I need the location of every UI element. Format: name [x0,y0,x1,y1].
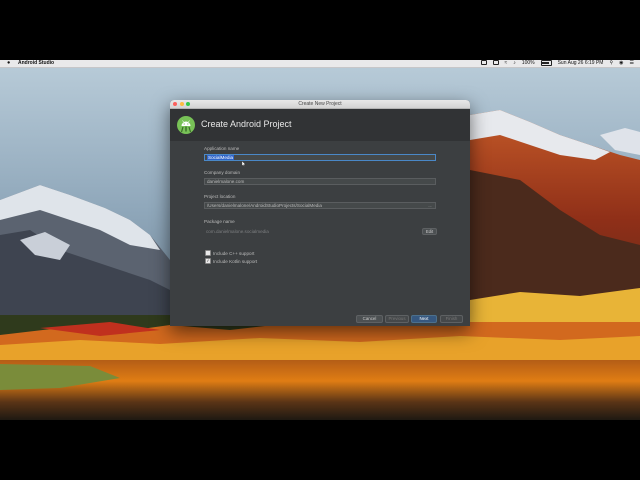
spotlight-icon[interactable]: ⚲ [609,60,613,67]
previous-button[interactable]: Previous [385,315,409,323]
menu-status-area: ≈ ♪ 100% Sun Aug 26 6:19 PM ⚲ ◉ ☰ [480,60,634,67]
project-location-label: Project location [204,194,236,199]
battery-icon[interactable] [540,60,552,67]
window-title: Create New Project [298,101,342,107]
package-name-value: com.danielmalone.socialmedia [206,229,269,234]
application-name-value: SocialMedia [207,155,235,160]
cpp-support-checkbox[interactable] [205,250,211,256]
company-domain-value: danielmalone.com [207,179,245,184]
kotlin-support-checkbox-row[interactable]: ✓ Include Kotlin support [205,258,257,264]
dialog-header-title: Create Android Project [201,119,292,129]
battery-percent[interactable]: 100% [522,60,535,67]
project-location-input[interactable]: /Users/danielmalone/AndroidStudioProject… [204,202,436,209]
screen-record-icon[interactable] [480,60,487,67]
project-location-value: /Users/danielmalone/AndroidStudioProject… [207,203,322,208]
android-studio-logo-icon [177,116,195,134]
menu-app-name[interactable]: Android Studio [18,60,54,67]
menu-bar: ● Android Studio ≈ ♪ 100% Sun Aug 26 6:1… [0,60,640,68]
company-domain-label: Company domain [204,170,241,175]
next-button[interactable]: Next [411,315,437,323]
window-controls [173,102,190,106]
display-icon[interactable] [492,60,499,67]
package-name-label: Package name [204,219,235,224]
apple-menu-icon[interactable]: ● [7,60,10,67]
notification-center-icon[interactable]: ☰ [630,60,634,67]
company-domain-input[interactable]: danielmalone.com [204,178,436,185]
dialog-body: Application name SocialMedia Company dom… [170,141,470,319]
close-window-icon[interactable] [173,102,177,106]
dialog-titlebar[interactable]: Create New Project [170,100,470,109]
browse-button[interactable]: ... [426,203,434,208]
dialog-header: Create Android Project [170,109,470,141]
finish-button[interactable]: Finish [440,315,463,323]
kotlin-support-checkbox[interactable]: ✓ [205,258,211,264]
wifi-icon[interactable]: ≈ [505,60,508,67]
mouse-cursor-icon [242,161,246,167]
cancel-button[interactable]: Cancel [356,315,383,323]
application-name-label: Application name [204,146,240,151]
cpp-support-checkbox-row[interactable]: Include C++ support [205,250,254,256]
create-project-dialog: Create New Project Create Android Projec… [170,100,470,326]
edit-package-button[interactable]: Edit [422,228,437,235]
desktop: ● Android Studio ≈ ♪ 100% Sun Aug 26 6:1… [0,60,640,420]
volume-icon[interactable]: ♪ [513,60,516,67]
application-name-input[interactable]: SocialMedia [204,154,436,161]
kotlin-support-label: Include Kotlin support [213,258,258,264]
cpp-support-label: Include C++ support [213,250,255,256]
clock[interactable]: Sun Aug 26 6:19 PM [558,60,604,67]
maximize-window-icon[interactable] [186,102,190,106]
dialog-footer: Cancel Previous Next Finish [170,312,470,326]
minimize-window-icon[interactable] [179,102,184,106]
siri-icon[interactable]: ◉ [619,60,623,67]
